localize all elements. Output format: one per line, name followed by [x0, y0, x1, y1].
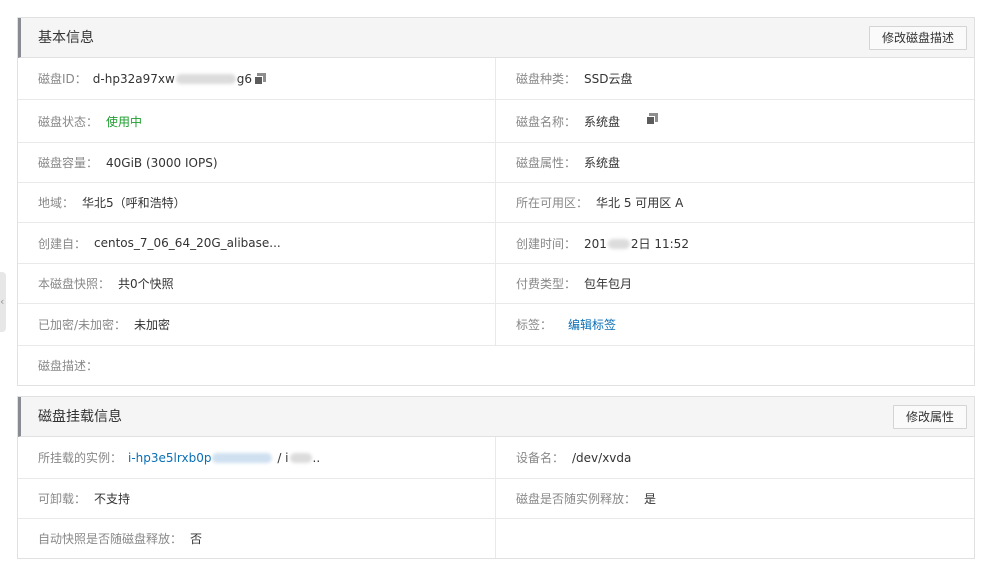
- release-with-instance-label: 磁盘是否随实例释放：: [516, 492, 637, 506]
- attached-instance-label: 所挂载的实例：: [38, 451, 123, 465]
- empty-cell: [496, 519, 974, 558]
- chevron-left-icon: ‹: [0, 295, 5, 308]
- instance-tail: ..: [312, 450, 321, 465]
- disk-type-cell: 磁盘种类： SSD云盘: [496, 58, 974, 99]
- disk-name-label: 磁盘名称：: [516, 114, 577, 129]
- created-from-label: 创建自：: [38, 236, 87, 251]
- disk-type-value: SSD云盘: [584, 72, 633, 86]
- mount-info-title: 磁盘挂载信息: [38, 409, 122, 425]
- created-time-value: 201 2日 11:52: [584, 235, 689, 252]
- side-collapse-tab[interactable]: ‹: [0, 272, 6, 332]
- instance-separator: / i: [277, 450, 289, 465]
- disk-status-value: 使用中: [106, 114, 143, 129]
- region-cell: 地域： 华北5（呼和浩特）: [18, 183, 496, 222]
- disk-attribute-cell: 磁盘属性： 系统盘: [496, 143, 974, 182]
- disk-description-label: 磁盘描述：: [38, 359, 99, 373]
- detachable-cell: 可卸载： 不支持: [18, 479, 496, 518]
- region-label: 地域：: [38, 196, 75, 210]
- attached-instance-value: i-hp3e5lrxb0p / i..: [128, 451, 320, 465]
- created-time-suffix: 2日 11:52: [630, 236, 689, 251]
- billing-type-value: 包年包月: [584, 277, 633, 291]
- redacted-text: [175, 74, 236, 84]
- created-time-cell: 创建时间： 201 2日 11:52: [496, 223, 974, 263]
- snapshot-count-label: 本磁盘快照：: [38, 277, 111, 291]
- snapshot-count-cell: 本磁盘快照： 共0个快照: [18, 264, 496, 303]
- disk-id-prefix: d-hp32a97xw: [92, 71, 175, 86]
- tags-label: 标签：: [516, 318, 553, 332]
- instance-id-prefix: i-hp3e5lrxb0p: [128, 450, 212, 465]
- disk-name-cell: 磁盘名称： 系统盘: [496, 100, 974, 142]
- created-from-value: centos_7_06_64_20G_alibase...: [94, 236, 281, 250]
- snapshot-count-value: 共0个快照: [118, 277, 174, 291]
- encryption-cell: 已加密/未加密： 未加密: [18, 304, 496, 345]
- zone-cell: 所在可用区： 华北 5 可用区 A: [496, 183, 974, 222]
- tags-cell: 标签： 编辑标签: [496, 304, 974, 345]
- disk-capacity-value: 40GiB (3000 IOPS): [106, 155, 218, 170]
- device-name-value: /dev/xvda: [572, 450, 632, 465]
- detachable-label: 可卸载：: [38, 492, 87, 506]
- info-row: 磁盘容量： 40GiB (3000 IOPS) 磁盘属性： 系统盘: [18, 143, 974, 183]
- edit-attributes-button[interactable]: 修改属性: [892, 405, 967, 429]
- edit-disk-description-button[interactable]: 修改磁盘描述: [868, 26, 967, 50]
- auto-snapshot-release-value: 否: [190, 532, 203, 546]
- basic-info-panel: 基本信息 修改磁盘描述 磁盘ID： d-hp32a97xw g6 磁盘种类： SS…: [17, 17, 975, 386]
- auto-snapshot-release-label: 自动快照是否随磁盘释放：: [38, 532, 183, 546]
- region-value: 华北5（呼和浩特）: [82, 196, 186, 210]
- info-row: 磁盘描述：: [18, 346, 974, 385]
- info-row: 所挂载的实例： i-hp3e5lrxb0p / i.. 设备名： /dev/xv…: [18, 437, 974, 479]
- device-name-cell: 设备名： /dev/xvda: [496, 437, 974, 478]
- info-row: 磁盘状态： 使用中 磁盘名称： 系统盘: [18, 100, 974, 143]
- zone-label: 所在可用区：: [516, 196, 589, 210]
- copy-icon[interactable]: [646, 112, 659, 126]
- info-row: 创建自： centos_7_06_64_20G_alibase... 创建时间：…: [18, 223, 974, 264]
- info-row: 可卸载： 不支持 磁盘是否随实例释放： 是: [18, 479, 974, 519]
- device-name-label: 设备名：: [516, 451, 565, 465]
- info-row: 磁盘ID： d-hp32a97xw g6 磁盘种类： SSD云盘: [18, 58, 974, 100]
- redacted-text: [289, 453, 312, 463]
- auto-snapshot-release-cell: 自动快照是否随磁盘释放： 否: [18, 519, 496, 558]
- disk-id-cell: 磁盘ID： d-hp32a97xw g6: [18, 58, 496, 99]
- billing-type-cell: 付费类型： 包年包月: [496, 264, 974, 303]
- disk-capacity-cell: 磁盘容量： 40GiB (3000 IOPS): [18, 143, 496, 182]
- created-from-cell: 创建自： centos_7_06_64_20G_alibase...: [18, 223, 496, 263]
- disk-type-label: 磁盘种类：: [516, 72, 577, 86]
- edit-tags-link[interactable]: 编辑标签: [568, 316, 616, 333]
- basic-info-title: 基本信息: [38, 30, 94, 46]
- disk-attribute-value: 系统盘: [584, 156, 621, 170]
- release-with-instance-cell: 磁盘是否随实例释放： 是: [496, 479, 974, 518]
- zone-value: 华北 5 可用区 A: [596, 196, 684, 210]
- basic-info-header: 基本信息 修改磁盘描述: [18, 18, 974, 58]
- mount-info-header: 磁盘挂载信息 修改属性: [18, 397, 974, 437]
- info-row: 自动快照是否随磁盘释放： 否: [18, 519, 974, 558]
- copy-icon[interactable]: [254, 72, 267, 86]
- disk-name-value: 系统盘: [584, 114, 621, 129]
- info-row: 本磁盘快照： 共0个快照 付费类型： 包年包月: [18, 264, 974, 304]
- created-time-label: 创建时间：: [516, 236, 577, 251]
- redacted-text: [212, 453, 273, 463]
- info-row: 已加密/未加密： 未加密 标签： 编辑标签: [18, 304, 974, 346]
- instance-id-link[interactable]: i-hp3e5lrxb0p: [128, 451, 273, 465]
- mount-info-panel: 磁盘挂载信息 修改属性 所挂载的实例： i-hp3e5lrxb0p / i.. …: [17, 396, 975, 559]
- disk-status-cell: 磁盘状态： 使用中: [18, 100, 496, 142]
- encryption-value: 未加密: [134, 318, 171, 332]
- disk-id-value: d-hp32a97xw g6: [93, 72, 267, 86]
- info-row: 地域： 华北5（呼和浩特） 所在可用区： 华北 5 可用区 A: [18, 183, 974, 223]
- attached-instance-cell: 所挂载的实例： i-hp3e5lrxb0p / i..: [18, 437, 496, 478]
- created-time-prefix: 201: [584, 236, 607, 251]
- disk-status-label: 磁盘状态：: [38, 114, 99, 129]
- disk-attribute-label: 磁盘属性：: [516, 156, 577, 170]
- billing-type-label: 付费类型：: [516, 277, 577, 291]
- disk-id-suffix: g6: [236, 71, 253, 86]
- detachable-value: 不支持: [94, 492, 131, 506]
- disk-id-label: 磁盘ID：: [38, 72, 87, 86]
- disk-description-cell: 磁盘描述：: [18, 346, 974, 385]
- release-with-instance-value: 是: [644, 492, 657, 506]
- disk-capacity-label: 磁盘容量：: [38, 156, 99, 170]
- redacted-text: [607, 239, 630, 249]
- encryption-label: 已加密/未加密：: [38, 318, 127, 332]
